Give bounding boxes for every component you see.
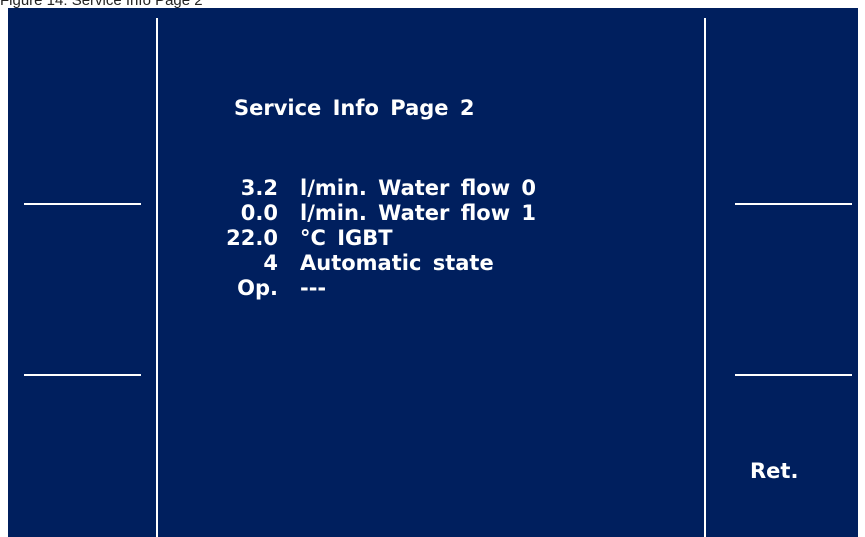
row-label: l/min. Water flow 1 bbox=[300, 201, 537, 225]
row-label: °C IGBT bbox=[300, 226, 393, 250]
row-value: Op. bbox=[237, 276, 278, 300]
row-value: 4 bbox=[263, 251, 278, 275]
left-softkey-1[interactable] bbox=[24, 203, 141, 205]
service-info-screen: Service Info Page 2 3.2 l/min. Water flo… bbox=[8, 8, 858, 537]
row-value: 3.2 bbox=[240, 176, 278, 200]
return-button[interactable]: Ret. bbox=[750, 459, 798, 483]
row-label: --- bbox=[300, 276, 327, 300]
left-softkey-2[interactable] bbox=[24, 374, 141, 376]
row-value: 0.0 bbox=[240, 201, 278, 225]
right-softkey-1[interactable] bbox=[735, 203, 852, 205]
right-softkey-2[interactable] bbox=[735, 374, 852, 376]
right-divider bbox=[704, 18, 706, 537]
row-value: 22.0 bbox=[226, 226, 278, 250]
row-label: l/min. Water flow 0 bbox=[300, 176, 537, 200]
page-title: Service Info Page 2 bbox=[234, 96, 475, 120]
left-divider bbox=[156, 18, 158, 537]
row-label: Automatic state bbox=[300, 251, 494, 275]
